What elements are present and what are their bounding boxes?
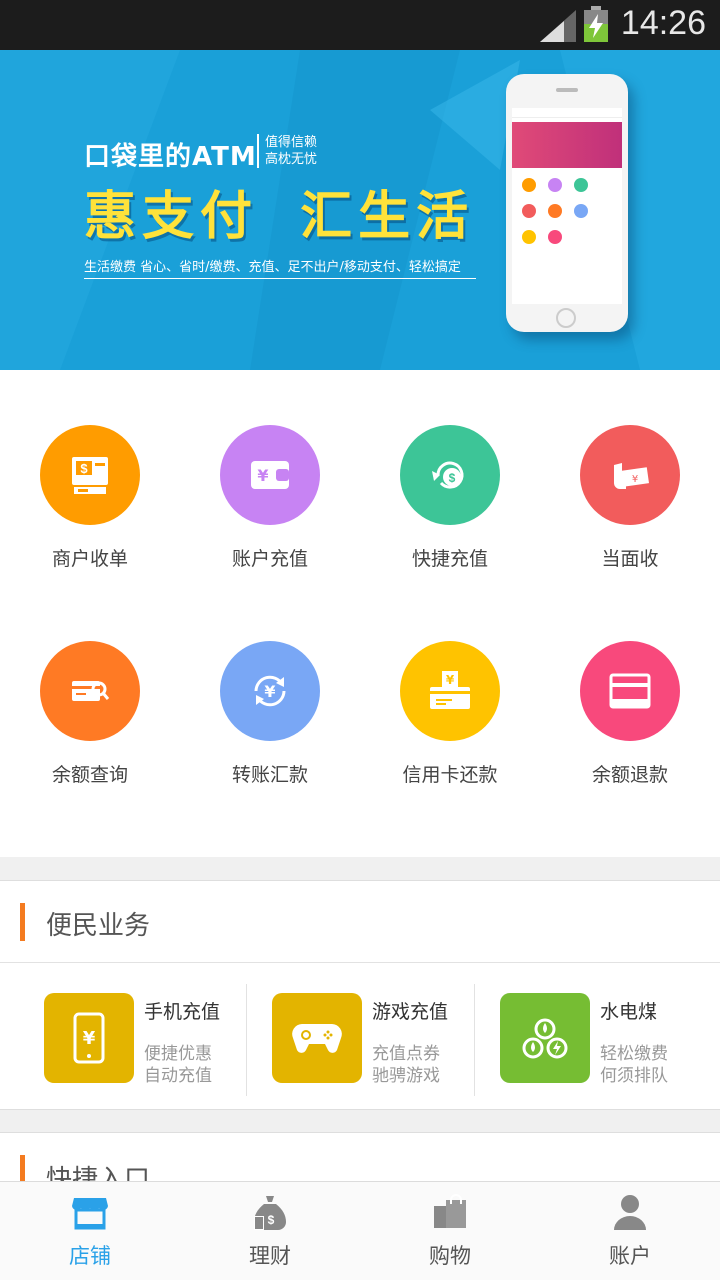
grid-item-transfer[interactable]: ¥ 转账汇款: [180, 586, 360, 786]
bottom-nav: 店铺 $ 理财 购物 账户: [0, 1181, 720, 1280]
phone-illustration: [506, 74, 628, 332]
signal-icon: [540, 10, 576, 42]
store-icon: [72, 1198, 108, 1230]
user-icon: [614, 1195, 646, 1230]
divider: [474, 984, 475, 1096]
section-title: 便民业务: [46, 911, 151, 941]
refund-card-icon: [580, 641, 680, 741]
grid-label: 快捷充值: [411, 548, 488, 570]
nav-label: 账户: [609, 1244, 651, 1268]
grid-label: 信用卡还款: [402, 764, 498, 786]
section-header: 便民业务: [0, 881, 720, 963]
gamepad-icon: [272, 993, 362, 1083]
grid-label: 余额查询: [51, 764, 128, 786]
banner-headline-right: 汇生活: [300, 187, 475, 247]
grid-label: 账户充值: [231, 548, 308, 570]
grid-item-quick-topup[interactable]: $ 快捷充值: [360, 370, 540, 570]
svg-text:¥: ¥: [632, 474, 638, 485]
banner-tagline: 生活缴费 省心、省时/缴费、充值、足不出户/移动支付、轻松搞定: [84, 256, 476, 279]
banner-side-line2: 高枕无忧: [265, 152, 318, 167]
service-desc: 何须排队: [600, 1066, 668, 1086]
money-bag-icon: $: [400, 425, 500, 525]
shopping-icon: [434, 1194, 466, 1228]
grid-label: 转账汇款: [231, 764, 308, 786]
credit-card-icon: ¥: [400, 641, 500, 741]
grid-label: 余额退款: [591, 764, 668, 786]
service-name: 手机充值: [144, 1001, 221, 1023]
nav-label: 店铺: [69, 1244, 111, 1268]
grid-item-account-topup[interactable]: ¥ 账户充值: [180, 370, 360, 570]
svg-text:¥: ¥: [264, 682, 275, 701]
service-mobile-topup[interactable]: ¥ 手机充值 便捷优惠 自动充值: [44, 993, 272, 1086]
feature-grid: $ 商户收单 ¥ 账户充值 $ 快捷充值 ¥ 当面收 余额查询 ¥ 转账汇款 ¥: [0, 370, 720, 857]
grid-label: 商户收单: [51, 548, 128, 570]
svg-text:$: $: [268, 1213, 275, 1227]
service-desc: 自动充值: [144, 1066, 212, 1086]
mobile-icon: ¥: [44, 993, 134, 1083]
service-desc: 驰骋游戏: [372, 1066, 440, 1086]
grid-item-balance-query[interactable]: 余额查询: [0, 586, 180, 786]
clock: 14:26: [620, 4, 706, 42]
services-section: 便民业务 ¥ 手机充值 便捷优惠 自动充值 游戏充值 充值点券 驰骋游戏 水电煤…: [0, 880, 720, 1110]
nav-label: 理财: [249, 1244, 291, 1268]
wallet-icon: ¥: [220, 425, 320, 525]
merchant-icon: $: [40, 425, 140, 525]
nav-label: 购物: [429, 1244, 471, 1268]
promo-banner[interactable]: 口袋里的ATM 值得信赖 高枕无忧 惠支付 汇生活 生活缴费 省心、省时/缴费、…: [0, 50, 720, 370]
banner-side-line1: 值得信赖: [265, 135, 318, 150]
section-accent-bar: [20, 903, 25, 941]
card-search-icon: [40, 641, 140, 741]
svg-text:¥: ¥: [257, 466, 268, 485]
service-name: 游戏充值: [372, 1001, 449, 1023]
banner-atm-title: 口袋里的ATM: [84, 142, 257, 172]
service-game-topup[interactable]: 游戏充值 充值点券 驰骋游戏: [272, 993, 500, 1086]
banner-atm-side: 值得信赖 高枕无忧: [257, 134, 317, 168]
transfer-icon: ¥: [220, 641, 320, 741]
service-name: 水电煤: [600, 1001, 658, 1023]
svg-text:¥: ¥: [83, 1028, 96, 1049]
divider: [246, 984, 247, 1096]
hand-money-icon: ¥: [580, 425, 680, 525]
battery-icon: [584, 6, 608, 42]
svg-text:¥: ¥: [446, 673, 455, 687]
nav-account[interactable]: 账户: [540, 1182, 720, 1280]
banner-headline-left: 惠支付: [84, 187, 259, 247]
utilities-icon: [500, 993, 590, 1083]
nav-store[interactable]: 店铺: [0, 1182, 180, 1280]
grid-item-credit-repay[interactable]: ¥ 信用卡还款: [360, 586, 540, 786]
grid-item-merchant[interactable]: $ 商户收单: [0, 370, 180, 570]
status-bar: 14:26: [0, 0, 720, 50]
nav-shopping[interactable]: 购物: [360, 1182, 540, 1280]
finance-icon: $: [254, 1196, 286, 1230]
grid-item-balance-refund[interactable]: 余额退款: [540, 586, 720, 786]
svg-text:$: $: [80, 461, 88, 476]
grid-label: 当面收: [601, 548, 659, 570]
grid-item-face-pay[interactable]: ¥ 当面收: [540, 370, 720, 570]
svg-text:$: $: [449, 471, 456, 485]
banner-headline: 惠支付 汇生活: [84, 174, 474, 249]
nav-finance[interactable]: $ 理财: [180, 1182, 360, 1280]
service-utilities[interactable]: 水电煤 轻松缴费 何须排队: [500, 993, 720, 1086]
